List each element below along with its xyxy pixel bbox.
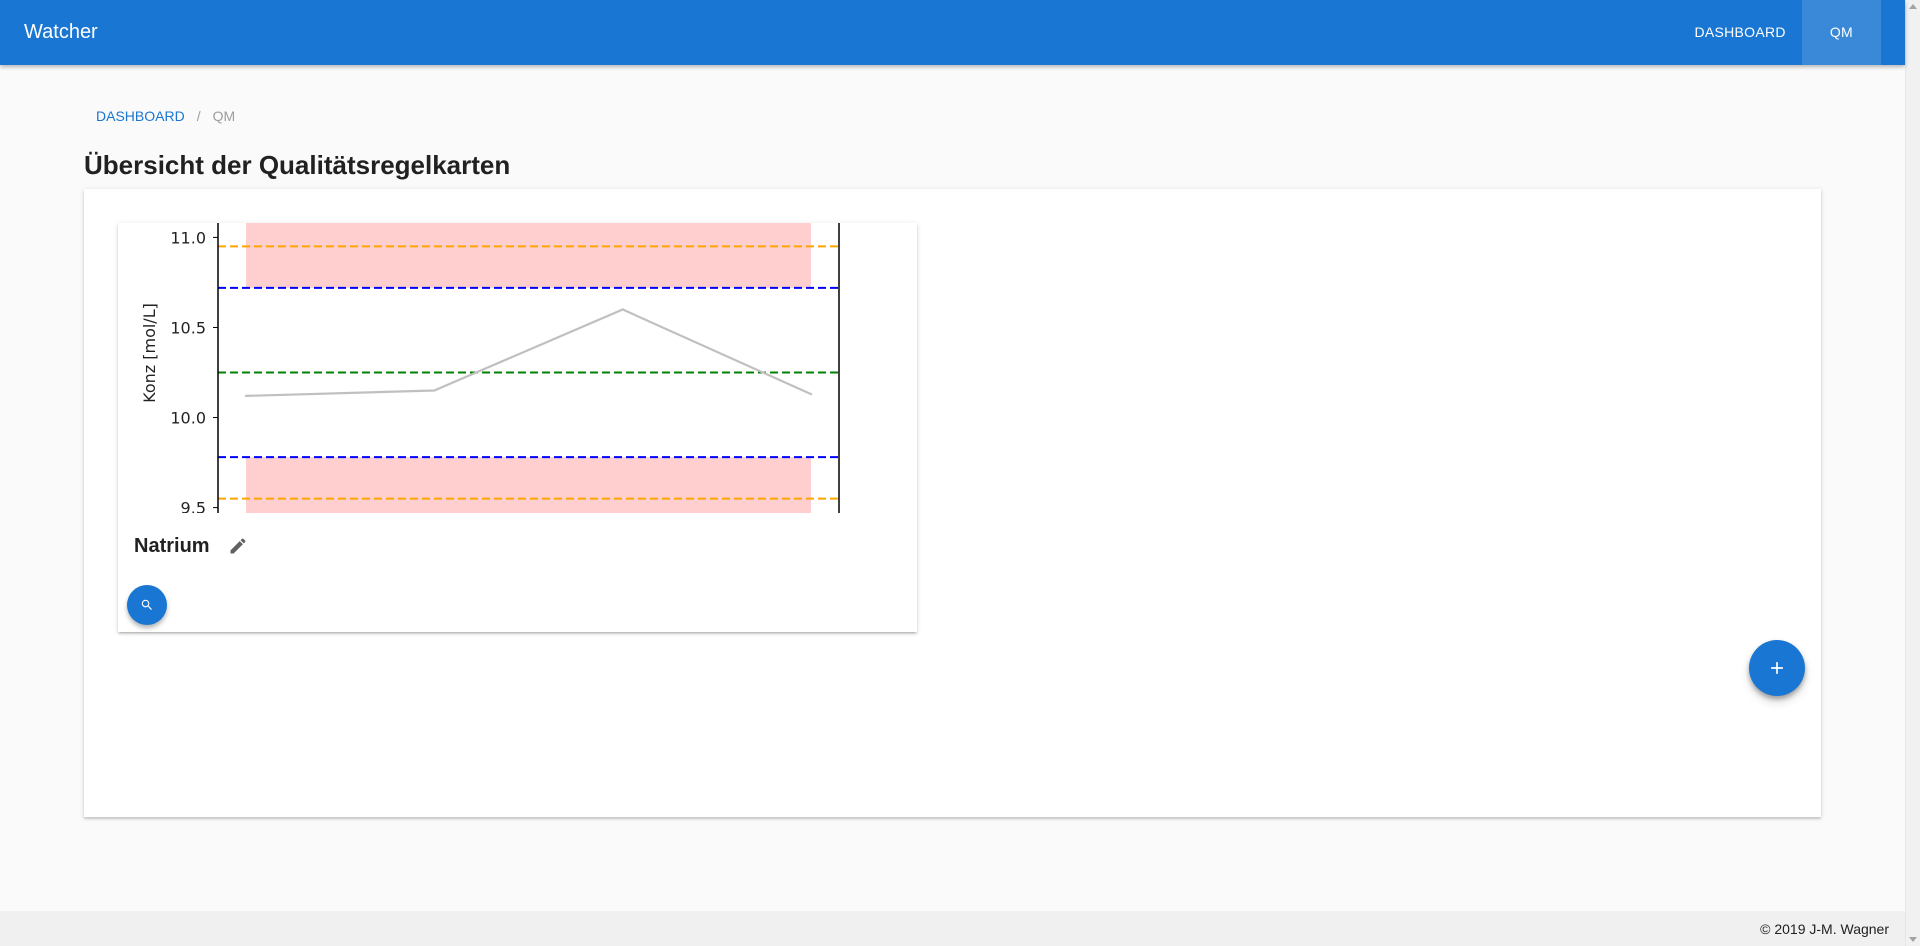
warning-bands — [246, 223, 811, 513]
copyright-text: © 2019 J-M. Wagner — [1760, 921, 1889, 937]
pencil-icon[interactable] — [226, 534, 250, 558]
card-title-row: Natrium — [134, 534, 250, 558]
main-nav: DASHBOARD QM — [1678, 0, 1881, 65]
control-charts-panel: 9.5 10.0 10.5 11.0 Konz [mol/L] Natrium — [84, 189, 1821, 817]
control-chart: 9.5 10.0 10.5 11.0 Konz [mol/L] — [140, 223, 840, 513]
breadcrumb: DASHBOARD / QM — [96, 108, 235, 124]
scroll-down-arrow-icon[interactable] — [1909, 937, 1917, 942]
page: Watcher DASHBOARD QM DASHBOARD / QM Über… — [0, 0, 1905, 946]
breadcrumb-separator: / — [196, 108, 201, 124]
data-point-4 — [809, 392, 813, 396]
scroll-up-arrow-icon[interactable] — [1909, 4, 1917, 9]
page-scrollbar[interactable] — [1905, 0, 1920, 946]
warning-band-1 — [246, 223, 811, 288]
nav-item-qm[interactable]: QM — [1801, 0, 1881, 65]
chart-image: 9.5 10.0 10.5 11.0 Konz [mol/L] — [118, 223, 917, 513]
add-chart-button[interactable] — [1749, 640, 1805, 696]
data-point-1 — [244, 394, 248, 398]
nav-item-dashboard[interactable]: DASHBOARD — [1678, 0, 1801, 65]
top-app-bar: Watcher DASHBOARD QM — [0, 0, 1905, 65]
breadcrumb-link-dashboard[interactable]: DASHBOARD — [96, 108, 185, 124]
series-line-1 — [245, 308, 812, 397]
plus-icon — [1771, 662, 1783, 674]
y-tick-label-2: 10.0 — [170, 409, 206, 428]
breadcrumb-current: QM — [212, 108, 236, 124]
page-title: Übersicht der Qualitätsregelkarten — [84, 150, 511, 180]
view-details-button[interactable] — [127, 585, 167, 625]
card-title: Natrium — [134, 534, 210, 557]
y-tick-label-3: 10.5 — [170, 318, 206, 337]
y-tick-label-1: 9.5 — [181, 499, 206, 513]
y-tick-label-4: 11.0 — [170, 228, 206, 247]
data-point-3 — [621, 308, 624, 311]
control-chart-card: 9.5 10.0 10.5 11.0 Konz [mol/L] Natrium — [118, 223, 917, 632]
data-point-2 — [433, 389, 436, 392]
footer: © 2019 J-M. Wagner — [0, 911, 1905, 946]
y-axis-label: Konz [mol/L] — [140, 303, 159, 403]
data-series — [244, 308, 813, 398]
warning-band-2 — [246, 457, 811, 513]
app-title[interactable]: Watcher — [24, 0, 98, 65]
magnify-icon — [141, 599, 152, 610]
